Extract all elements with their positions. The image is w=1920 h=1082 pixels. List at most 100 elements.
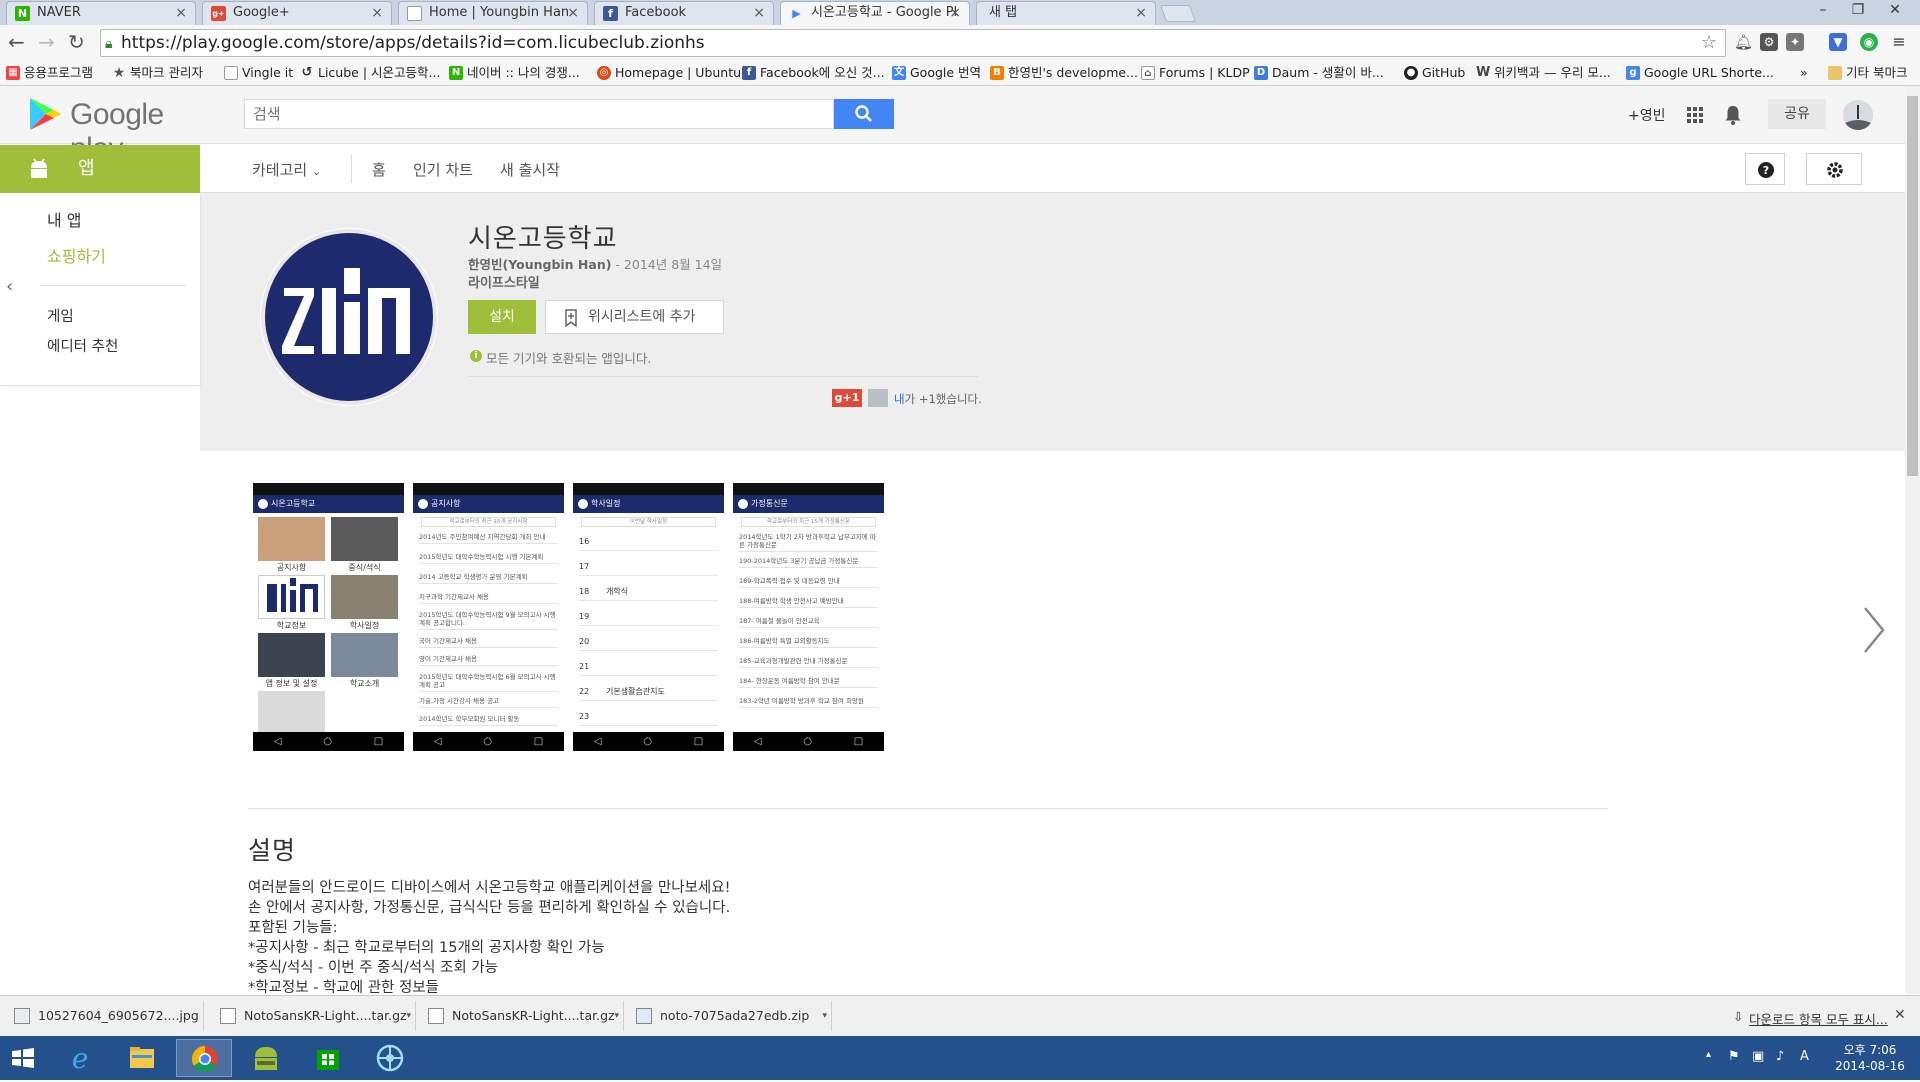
menu-icon[interactable]: ≡ bbox=[1890, 33, 1908, 51]
minimize-button[interactable]: – bbox=[1810, 0, 1836, 20]
screenshot-thumbnail[interactable]: 가정통신문 학교로부터의 최근 15개 가정통신문 2014학년도 1학기 2차… bbox=[733, 483, 884, 751]
taskbar-chrome[interactable] bbox=[176, 1039, 232, 1077]
bookmark-item[interactable]: ↺ Licube | 시온고등학... bbox=[300, 64, 441, 82]
bookmarks-overflow-button[interactable]: » bbox=[1800, 64, 1808, 82]
close-window-button[interactable]: ✕ bbox=[1882, 0, 1908, 20]
bookmark-item[interactable]: ⌂ Forums | KLDP bbox=[1141, 64, 1250, 82]
action-center-flag-icon[interactable]: ⚑ bbox=[1728, 1049, 1740, 1064]
puzzle-extension-icon[interactable]: ⚙ bbox=[1760, 33, 1778, 51]
add-to-wishlist-button[interactable]: 위시리스트에 추가 bbox=[545, 300, 724, 334]
screenshot-thumbnail[interactable]: 공지사항 학교로부터의 최근 15개 공지사항 2014년도 주민참여예산 지역… bbox=[413, 483, 564, 751]
plus-one-button[interactable]: g+1 bbox=[832, 389, 862, 407]
tab-google-plus[interactable]: g+ Google+ × bbox=[202, 1, 392, 25]
apps-grid-icon[interactable] bbox=[1686, 106, 1704, 124]
taskbar-android-app[interactable] bbox=[238, 1039, 294, 1077]
bookmark-item[interactable]: N 네이버 :: 나의 경쟁... bbox=[449, 64, 580, 82]
search-input[interactable] bbox=[244, 99, 834, 129]
close-shelf-icon[interactable]: ✕ bbox=[1894, 1007, 1906, 1023]
search-button[interactable] bbox=[834, 99, 894, 129]
bookmark-item[interactable]: ◎ Homepage | Ubuntu bbox=[597, 64, 741, 82]
screenshot-thumbnail[interactable]: 시온고등학교 공지사항 중식/석식 학교정보 학사일정 앱 정보 및 설정 학교… bbox=[253, 483, 404, 751]
scrollbar-thumb[interactable] bbox=[1907, 96, 1918, 476]
close-tab-icon[interactable]: × bbox=[753, 2, 765, 24]
bookmark-item[interactable]: D Daum - 생활이 바... bbox=[1254, 64, 1384, 82]
close-tab-icon[interactable]: × bbox=[1135, 2, 1147, 24]
evernote-extension-icon[interactable]: ◉ bbox=[1860, 33, 1878, 51]
ime-indicator[interactable]: A bbox=[1800, 1049, 1809, 1064]
close-tab-icon[interactable]: × bbox=[371, 2, 383, 24]
next-screenshots-chevron-icon[interactable] bbox=[1859, 600, 1889, 660]
download-menu-chevron-icon[interactable]: ▾ bbox=[406, 1001, 411, 1031]
bookmark-item[interactable]: ★ 북마크 관리자 bbox=[112, 64, 203, 82]
shield-extension-icon[interactable]: ▼ bbox=[1829, 33, 1847, 51]
bookmark-item[interactable]: f Facebook에 오신 것... bbox=[742, 64, 885, 82]
show-all-downloads-link[interactable]: ⇩ 다운로드 항목 모두 표시... bbox=[1733, 1009, 1888, 1028]
other-bookmarks[interactable]: ▭ 기타 북마크 bbox=[1828, 64, 1907, 82]
apps-tab[interactable]: 앱 bbox=[0, 145, 200, 193]
bookmark-item[interactable]: 文 Google 번역 bbox=[892, 64, 981, 82]
taskbar-internet-explorer[interactable]: e bbox=[52, 1039, 108, 1077]
top-charts-link[interactable]: 인기 차트 bbox=[413, 159, 473, 180]
tab-new-tab[interactable]: 새 탭 × bbox=[976, 1, 1156, 25]
folder-icon bbox=[130, 1047, 154, 1068]
download-item[interactable]: NotoSansKR-Light....tar.gz ▾ bbox=[210, 1001, 416, 1031]
bookmark-item[interactable]: ▦ 응용프로그램 bbox=[6, 64, 93, 82]
volume-icon[interactable]: ♪ bbox=[1776, 1049, 1784, 1064]
tray-overflow-chevron-icon[interactable]: ▴ bbox=[1706, 1049, 1711, 1060]
screenshot-thumbnail[interactable]: 학사일정 이번달 학사일정 16 17 18 개학식 19 20 21 22 기본생… bbox=[573, 483, 724, 751]
help-button[interactable]: ? bbox=[1745, 153, 1785, 185]
bookmark-label: Google URL Shorte... bbox=[1644, 65, 1774, 80]
sidebar-item-shop[interactable]: 쇼핑하기 bbox=[47, 243, 106, 267]
google-plus-profile-link[interactable]: +영빈 bbox=[1628, 105, 1666, 125]
bookmark-item[interactable]: Vingle it bbox=[224, 64, 293, 82]
forward-icon[interactable]: → bbox=[38, 31, 55, 53]
notifications-bell-icon[interactable] bbox=[1724, 104, 1742, 126]
download-item[interactable]: noto-7075ada27edb.zip ▾ bbox=[626, 1001, 832, 1031]
bookmark-item[interactable]: W 위키백과 — 우리 모... bbox=[1476, 64, 1611, 82]
tab-facebook[interactable]: f Facebook × bbox=[594, 1, 774, 25]
install-button[interactable]: 설치 bbox=[468, 300, 536, 334]
sidebar-collapse-chevron-icon[interactable]: ‹ bbox=[6, 276, 13, 297]
extension-icon[interactable]: ✦ bbox=[1786, 33, 1804, 51]
start-button[interactable] bbox=[0, 1039, 46, 1077]
taskbar-file-explorer[interactable] bbox=[114, 1039, 170, 1077]
close-tab-icon[interactable]: × bbox=[949, 2, 961, 24]
network-icon[interactable]: ▣ bbox=[1752, 1049, 1764, 1064]
tab-naver[interactable]: N NAVER × bbox=[6, 1, 196, 25]
restore-button[interactable]: ❐ bbox=[1845, 0, 1871, 20]
sidebar-item-my-apps[interactable]: 내 앱 bbox=[47, 207, 82, 231]
sidebar-item-editors-choice[interactable]: 에디터 추천 bbox=[47, 335, 118, 356]
developer-link[interactable]: 한영빈(Youngbin Han) bbox=[468, 257, 611, 272]
app-category-link[interactable]: 라이프스타일 bbox=[468, 272, 540, 291]
share-button[interactable]: 공유 bbox=[1768, 99, 1826, 129]
bookmark-item[interactable]: ● GitHub bbox=[1404, 64, 1465, 82]
download-item[interactable]: 10527604_6905672....jpg bbox=[4, 1001, 204, 1031]
taskbar-network-app[interactable] bbox=[362, 1039, 418, 1077]
download-menu-chevron-icon[interactable]: ▾ bbox=[614, 1001, 619, 1031]
taskbar-store[interactable] bbox=[300, 1039, 356, 1077]
new-tab-button[interactable] bbox=[1159, 5, 1197, 22]
avatar[interactable] bbox=[1843, 100, 1873, 130]
download-item[interactable]: NotoSansKR-Light....tar.gz ▾ bbox=[418, 1001, 624, 1031]
bookmark-item[interactable]: g Google URL Shorte... bbox=[1626, 64, 1774, 82]
plus-one-me-link[interactable]: 내 bbox=[894, 392, 905, 406]
new-releases-link[interactable]: 새 출시작 bbox=[500, 159, 560, 180]
close-tab-icon[interactable]: × bbox=[567, 2, 579, 24]
bookmark-item[interactable]: B 한영빈's developme... bbox=[990, 64, 1138, 82]
system-clock[interactable]: 오후 7:06 2014-08-16 bbox=[1830, 1042, 1910, 1074]
address-bar[interactable]: 🔒︎ https://play.google.com/store/apps/de… bbox=[100, 29, 1726, 57]
page-scrollbar[interactable] bbox=[1905, 86, 1920, 994]
home-link[interactable]: 홈 bbox=[372, 159, 386, 180]
google-play-logo[interactable]: Google play bbox=[28, 96, 218, 165]
settings-button[interactable] bbox=[1806, 153, 1862, 185]
reload-icon[interactable]: ↻ bbox=[68, 31, 85, 53]
tab-google-play-active[interactable]: ▶ 시온고등학교 - Google Pl × bbox=[780, 1, 970, 25]
categories-dropdown[interactable]: 카테고리 ⌄ bbox=[252, 159, 321, 180]
bell-extension-icon[interactable]: 🔔︎ bbox=[1734, 33, 1753, 51]
close-tab-icon[interactable]: × bbox=[175, 2, 187, 24]
sidebar-item-games[interactable]: 게임 bbox=[47, 305, 74, 326]
download-menu-chevron-icon[interactable]: ▾ bbox=[822, 1001, 827, 1031]
back-icon[interactable]: ← bbox=[8, 31, 25, 53]
tab-youngbin-home[interactable]: Home | Youngbin Han × bbox=[398, 1, 588, 25]
bookmark-star-icon[interactable]: ☆ bbox=[1701, 30, 1717, 56]
